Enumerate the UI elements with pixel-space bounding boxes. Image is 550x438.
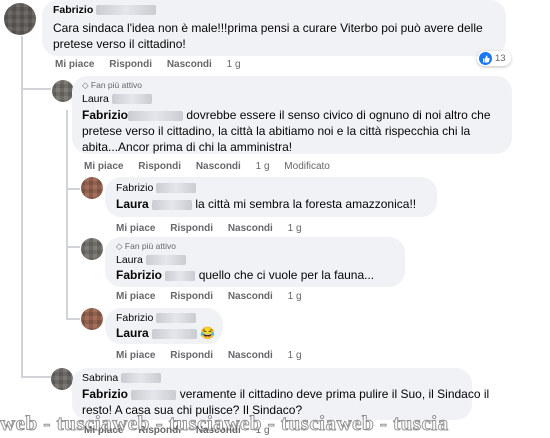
timestamp[interactable]: 1 g [288,350,302,361]
reply-button[interactable]: Rispondi [170,350,213,361]
laughing-emoji-icon: 😂 [200,326,216,340]
avatar[interactable] [51,368,73,390]
redacted-name [152,328,198,339]
timestamp[interactable]: 1 g [288,223,302,234]
thread-line [66,188,80,190]
timestamp[interactable]: 1 g [256,161,270,172]
fan-badge: ◇ Fan più attivo [82,80,142,90]
hide-button[interactable]: Nascondi [228,223,273,234]
avatar[interactable] [52,80,74,102]
redacted-name [131,389,177,400]
comment-author[interactable]: Fabrizio [53,4,157,16]
reply-button[interactable]: Rispondi [170,223,213,234]
redacted-name [128,110,184,121]
comment-author[interactable]: Laura [82,93,152,105]
reaction-count[interactable]: 13 [477,51,511,66]
mention[interactable]: Laura [116,326,149,340]
redacted-name [111,94,152,105]
reply-button[interactable]: Rispondi [170,291,213,302]
avatar[interactable] [81,308,103,330]
redacted-name [145,255,186,266]
redacted-name [96,5,157,16]
comment-actions: Mi piace Rispondi Nascondi 1 g [116,350,314,361]
comment-text: Fabrizio dovrebbe essere il senso civico… [82,108,491,154]
like-button[interactable]: Mi piace [116,223,155,234]
mention[interactable]: Laura [116,197,149,211]
timestamp[interactable]: 1 g [227,59,241,70]
mention[interactable]: Fabrizio [82,108,128,122]
comment-author[interactable]: Sabrina [82,372,162,384]
like-button[interactable]: Mi piace [116,350,155,361]
redacted-name [156,313,197,324]
like-button[interactable]: Mi piace [116,291,155,302]
avatar[interactable] [81,238,103,260]
thread-line [66,110,68,320]
fan-badge: ◇ Fan più attivo [116,241,176,251]
thread-line [21,88,51,90]
diamond-icon: ◇ [82,80,89,90]
like-button[interactable]: Mi piace [84,161,123,172]
comment-actions: Mi piace Rispondi Nascondi 1 g [116,223,314,234]
edited-label: Modificato [284,161,330,172]
avatar[interactable] [4,3,36,35]
comment-author[interactable]: Fabrizio [116,182,197,194]
hide-button[interactable]: Nascondi [196,161,241,172]
redacted-name [156,183,197,194]
hide-button[interactable]: Nascondi [228,291,273,302]
mention[interactable]: Fabrizio [82,387,128,401]
comment-text: Laura 😂 [116,325,215,341]
redacted-name [152,199,193,210]
comment-author[interactable]: Fabrizio [116,312,197,324]
watermark: web - tusciaweb - tusciaweb - tusciaweb … [0,411,449,436]
redacted-name [121,373,162,384]
like-icon [479,52,492,65]
redacted-name [165,270,196,281]
comment-text: Fabrizio quello che ci vuole per la faun… [116,268,375,282]
comment-text: Laura la città mi sembra la foresta amaz… [116,197,417,211]
thread-line [21,36,23,376]
comment-actions: Mi piace Rispondi Nascondi 1 g Modificat… [84,161,342,172]
comment-author[interactable]: Laura [116,254,186,266]
hide-button[interactable]: Nascondi [167,59,212,70]
reply-button[interactable]: Rispondi [138,161,181,172]
thread-line [21,376,51,378]
like-button[interactable]: Mi piace [55,59,94,70]
comment-actions: Mi piace Rispondi Nascondi 1 g [116,291,314,302]
timestamp[interactable]: 1 g [288,291,302,302]
comment-text: Cara sindaca l'idea non è male!!!prima p… [53,21,483,51]
thread-line [66,318,80,320]
thread-line [66,246,80,248]
comment-actions: Mi piace Rispondi Nascondi 1 g [55,59,253,70]
diamond-icon: ◇ [116,241,123,251]
hide-button[interactable]: Nascondi [228,350,273,361]
mention[interactable]: Fabrizio [116,268,162,282]
reply-button[interactable]: Rispondi [109,59,152,70]
avatar[interactable] [81,177,103,199]
